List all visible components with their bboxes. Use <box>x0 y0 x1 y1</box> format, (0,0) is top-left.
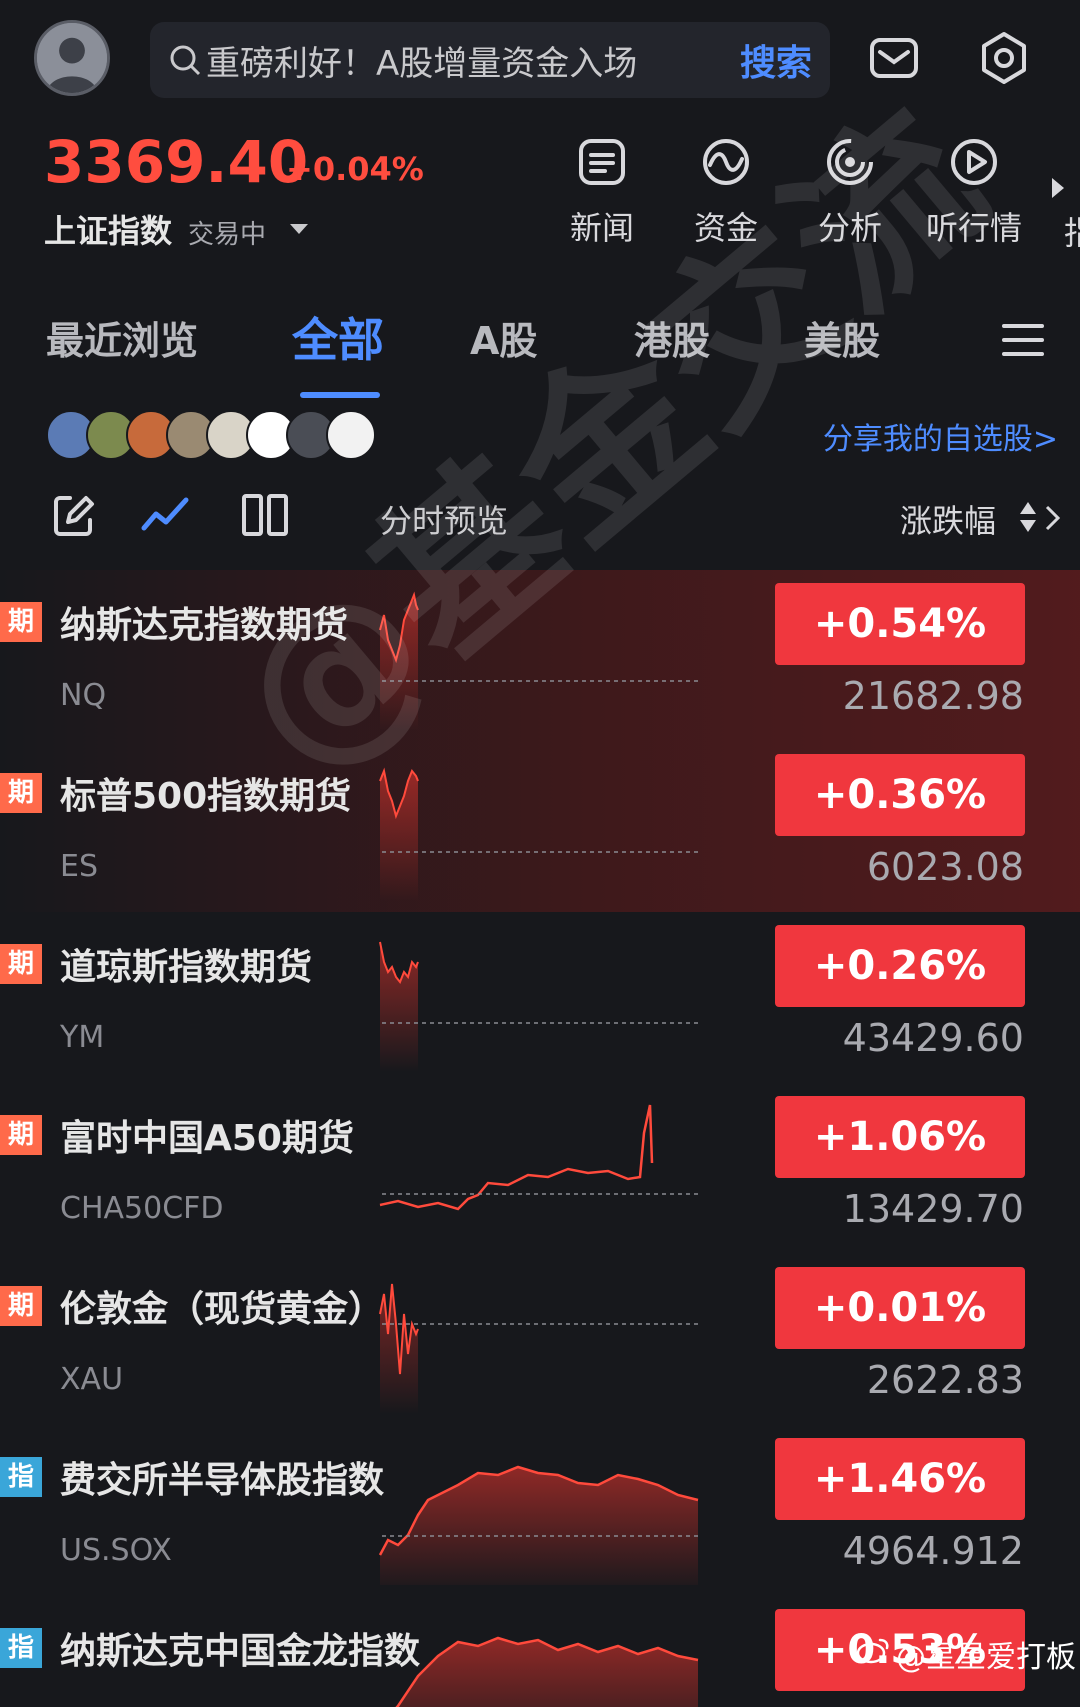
tab-hk[interactable]: 港股 <box>634 310 710 365</box>
row-name: 费交所半导体股指数 <box>60 1460 385 1501</box>
search-icon <box>170 45 201 76</box>
sort-change-button[interactable]: 涨跌幅 <box>900 496 996 542</box>
fund-flow-icon <box>703 139 749 185</box>
edit-icon[interactable] <box>48 490 98 540</box>
row-code: ES <box>60 849 98 884</box>
futures-tag: 期 <box>0 1115 42 1155</box>
trend-chart-icon[interactable] <box>140 490 190 540</box>
index-tag: 指 <box>0 1628 42 1668</box>
row-price: 4964.912 <box>842 1529 1024 1573</box>
tab-us[interactable]: 美股 <box>804 310 880 365</box>
sparkline-chart <box>378 1465 699 1585</box>
sort-icon[interactable] <box>1018 498 1038 536</box>
list-toolbar: 分时预览 涨跌幅 <box>0 490 1080 550</box>
row-name: 纳斯达克中国金龙指数 <box>60 1631 421 1672</box>
sparkline-chart <box>379 1104 698 1211</box>
message-icon[interactable] <box>866 30 922 86</box>
change-badge: +0.26% <box>775 925 1025 1007</box>
row-name: 纳斯达克指数期货 <box>60 605 349 646</box>
index-tag: 指 <box>0 1457 42 1497</box>
search-bar[interactable]: 重磅利好！A股增量资金入场 搜索 <box>150 22 830 98</box>
index-name[interactable]: 上证指数 <box>44 206 172 252</box>
sparkline-chart <box>379 941 698 1072</box>
index-value[interactable]: 3369.40 <box>44 128 308 196</box>
market-tabs: 最近浏览 全部 A股 港股 美股 <box>0 310 1080 398</box>
quick-news[interactable]: 新闻 <box>552 135 652 249</box>
table-row[interactable]: 期 标普500指数期货 ES +0.36% 6023.08 <box>0 741 1080 912</box>
table-row[interactable]: 期 伦敦金（现货黄金） XAU +0.01% 2622.83 <box>0 1254 1080 1425</box>
row-name: 道琼斯指数期货 <box>60 947 313 988</box>
top-bar: 重磅利好！A股增量资金入场 搜索 <box>0 0 1080 120</box>
chevron-right-icon[interactable] <box>1050 176 1066 200</box>
sparkline-chart <box>395 1636 699 1707</box>
friend-avatars[interactable] <box>46 410 386 460</box>
avatar-icon <box>37 23 107 93</box>
change-badge: +1.46% <box>775 1438 1025 1520</box>
index-status: 交易中 <box>188 220 267 250</box>
chevron-down-icon[interactable] <box>288 222 310 236</box>
row-name: 标普500指数期货 <box>60 776 352 817</box>
quick-analysis-label: 分析 <box>817 209 882 247</box>
table-row[interactable]: 期 道琼斯指数期货 YM +0.26% 43429.60 <box>0 912 1080 1083</box>
menu-icon[interactable] <box>1000 320 1046 360</box>
settings-icon[interactable] <box>976 30 1032 86</box>
row-price: 13429.70 <box>842 1187 1024 1231</box>
change-badge: +0.54% <box>775 583 1025 665</box>
row-code: XAU <box>60 1362 124 1397</box>
avatar <box>326 410 376 460</box>
futures-tag: 期 <box>0 944 42 984</box>
quick-listen[interactable]: 听行情 <box>924 135 1024 249</box>
quick-fund-label: 资金 <box>693 209 758 247</box>
search-button[interactable]: 搜索 <box>740 34 812 86</box>
row-price: 43429.60 <box>842 1016 1024 1060</box>
row-name: 伦敦金（现货黄金） <box>60 1289 385 1330</box>
quick-more-label[interactable]: 指 <box>1064 208 1080 254</box>
row-price: 2622.83 <box>866 1358 1024 1402</box>
change-badge: +0.36% <box>775 754 1025 836</box>
play-icon <box>951 139 997 185</box>
change-badge: +0.01% <box>775 1267 1025 1349</box>
change-badge: +1.06% <box>775 1096 1025 1178</box>
row-price: 21682.98 <box>842 674 1024 718</box>
search-placeholder[interactable]: 重磅利好！A股增量资金入场 <box>206 36 740 85</box>
row-code: NQ <box>60 678 107 713</box>
tab-a-share[interactable]: A股 <box>470 310 537 365</box>
index-change: +0.04% <box>286 150 424 188</box>
tab-all[interactable]: 全部 <box>292 304 384 370</box>
row-name: 富时中国A50期货 <box>60 1118 354 1159</box>
user-avatar[interactable] <box>34 20 110 96</box>
row-code: YM <box>60 1020 105 1055</box>
table-row[interactable]: 期 纳斯达克指数期货 NQ +0.54% 21682.98 <box>0 570 1080 741</box>
table-row[interactable]: 期 富时中国A50期货 CHA50CFD +1.06% 13429.70 <box>0 1083 1080 1254</box>
quick-analysis[interactable]: 分析 <box>800 135 900 249</box>
chevron-right-icon[interactable] <box>1044 504 1062 532</box>
column-view-icon[interactable] <box>240 490 290 540</box>
table-row[interactable]: 指 费交所半导体股指数 US.SOX +1.46% 4964.912 <box>0 1425 1080 1596</box>
share-watchlist-link[interactable]: 分享我的自选股> <box>823 414 1058 458</box>
analysis-icon <box>827 139 873 185</box>
weibo-watermark: @星星爱打板 <box>858 1632 1076 1676</box>
quick-news-label: 新闻 <box>569 209 634 247</box>
sparkline-chart <box>379 767 698 901</box>
futures-tag: 期 <box>0 602 42 642</box>
quick-listen-label: 听行情 <box>925 209 1022 247</box>
news-icon <box>579 139 625 185</box>
futures-tag: 期 <box>0 773 42 813</box>
futures-tag: 期 <box>0 1286 42 1326</box>
row-code: CHA50CFD <box>60 1191 224 1226</box>
intraday-preview-label: 分时预览 <box>380 502 509 540</box>
quick-fund[interactable]: 资金 <box>676 135 776 249</box>
tab-recent[interactable]: 最近浏览 <box>46 310 198 365</box>
sparkline-chart <box>379 1283 698 1414</box>
row-price: 6023.08 <box>866 845 1024 889</box>
tab-active-indicator <box>300 392 380 398</box>
weibo-watermark-text: @星星爱打板 <box>896 1640 1076 1675</box>
sparkline-chart <box>379 591 698 730</box>
row-code: US.SOX <box>60 1533 172 1568</box>
